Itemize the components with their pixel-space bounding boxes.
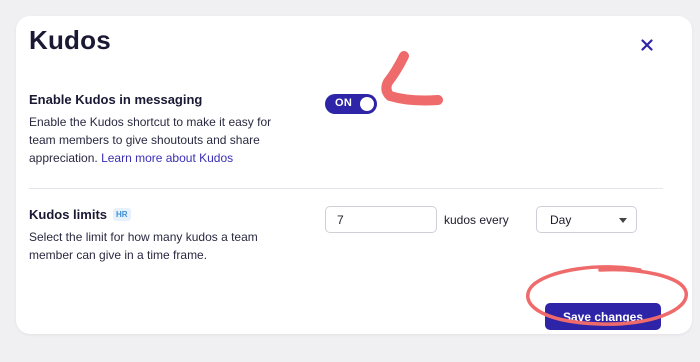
limits-heading: Kudos limits HR <box>29 207 131 222</box>
save-changes-button[interactable]: Save changes <box>545 303 661 330</box>
period-select[interactable]: Day <box>536 206 637 233</box>
learn-more-link[interactable]: Learn more about Kudos <box>101 151 233 165</box>
period-select-value: Day <box>550 213 572 227</box>
modal-title: Kudos <box>29 25 111 55</box>
hr-badge: HR <box>113 208 131 221</box>
section-divider <box>29 188 663 189</box>
close-icon[interactable] <box>636 34 658 56</box>
messaging-description: Enable the Kudos shortcut to make it eas… <box>29 113 284 167</box>
toggle-label: ON <box>335 97 353 109</box>
toggle-knob <box>360 97 374 111</box>
messaging-heading: Enable Kudos in messaging <box>29 92 203 107</box>
chevron-down-icon <box>619 218 627 223</box>
limits-heading-text: Kudos limits <box>29 207 108 222</box>
kudos-messaging-toggle[interactable]: ON <box>325 94 377 114</box>
limits-description: Select the limit for how many kudos a te… <box>29 230 258 262</box>
kudos-count-input[interactable] <box>325 206 437 233</box>
kudos-modal: Kudos Enable Kudos in messaging Enable t… <box>16 16 692 334</box>
kudos-every-label: kudos every <box>444 213 509 227</box>
